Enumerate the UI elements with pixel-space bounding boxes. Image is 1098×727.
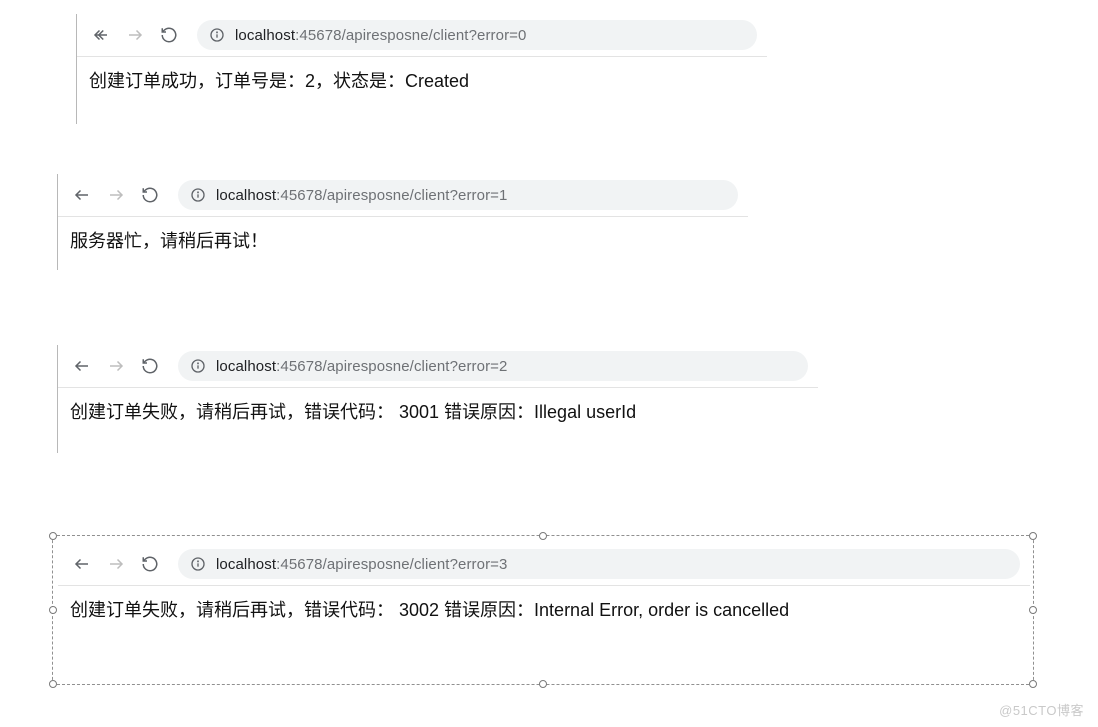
site-info-icon[interactable] bbox=[190, 358, 206, 374]
url-path: :45678/apiresposne/client?error=1 bbox=[276, 187, 507, 204]
site-info-icon[interactable] bbox=[190, 556, 206, 572]
reload-button[interactable] bbox=[136, 550, 164, 578]
browser-toolbar: localhost:45678/apiresposne/client?error… bbox=[58, 345, 818, 387]
resize-handle-icon[interactable] bbox=[49, 680, 57, 688]
url-text: localhost:45678/apiresposne/client?error… bbox=[216, 358, 507, 375]
watermark: @51CTO博客 bbox=[999, 700, 1084, 719]
reload-icon bbox=[160, 26, 178, 44]
url-text: localhost:45678/apiresposne/client?error… bbox=[235, 27, 526, 44]
url-text: localhost:45678/apiresposne/client?error… bbox=[216, 187, 507, 204]
response-body: 创建订单失败，请稍后再试，错误代码： 3002 错误原因：Internal Er… bbox=[58, 586, 1030, 643]
arrow-left-icon bbox=[73, 357, 91, 375]
browser-panel: localhost:45678/apiresposne/client?error… bbox=[58, 174, 748, 274]
back-button[interactable] bbox=[87, 21, 115, 49]
reload-button[interactable] bbox=[136, 181, 164, 209]
arrow-right-icon bbox=[107, 186, 125, 204]
resize-handle-icon[interactable] bbox=[1029, 606, 1037, 614]
arrow-left-icon bbox=[73, 186, 91, 204]
url-path: :45678/apiresposne/client?error=0 bbox=[295, 27, 526, 44]
browser-panel: localhost:45678/apiresposne/client?error… bbox=[58, 345, 818, 445]
browser-panel: localhost:45678/apiresposne/client?error… bbox=[77, 14, 767, 114]
forward-button[interactable] bbox=[102, 550, 130, 578]
reload-icon bbox=[141, 555, 159, 573]
url-host: localhost bbox=[216, 187, 276, 204]
back-button[interactable] bbox=[68, 352, 96, 380]
response-body: 服务器忙，请稍后再试！ bbox=[58, 217, 748, 274]
forward-button[interactable] bbox=[102, 352, 130, 380]
url-path: :45678/apiresposne/client?error=3 bbox=[276, 556, 507, 573]
address-bar[interactable]: localhost:45678/apiresposne/client?error… bbox=[197, 20, 757, 50]
url-host: localhost bbox=[216, 358, 276, 375]
browser-toolbar: localhost:45678/apiresposne/client?error… bbox=[77, 14, 767, 56]
back-button[interactable] bbox=[68, 550, 96, 578]
url-host: localhost bbox=[216, 556, 276, 573]
resize-handle-icon[interactable] bbox=[1029, 680, 1037, 688]
address-bar[interactable]: localhost:45678/apiresposne/client?error… bbox=[178, 180, 738, 210]
arrow-left-icon bbox=[92, 26, 110, 44]
resize-handle-icon[interactable] bbox=[49, 532, 57, 540]
address-bar[interactable]: localhost:45678/apiresposne/client?error… bbox=[178, 351, 808, 381]
response-body: 创建订单成功，订单号是：2，状态是：Created bbox=[77, 57, 767, 114]
reload-icon bbox=[141, 357, 159, 375]
site-info-icon[interactable] bbox=[190, 187, 206, 203]
browser-panel: localhost:45678/apiresposne/client?error… bbox=[58, 543, 1030, 643]
arrow-right-icon bbox=[126, 26, 144, 44]
forward-button[interactable] bbox=[102, 181, 130, 209]
panel-left-border bbox=[76, 14, 77, 124]
browser-toolbar: localhost:45678/apiresposne/client?error… bbox=[58, 543, 1030, 585]
url-path: :45678/apiresposne/client?error=2 bbox=[276, 358, 507, 375]
resize-handle-icon[interactable] bbox=[539, 680, 547, 688]
arrow-right-icon bbox=[107, 555, 125, 573]
back-button[interactable] bbox=[68, 181, 96, 209]
arrow-left-icon bbox=[73, 555, 91, 573]
arrow-right-icon bbox=[107, 357, 125, 375]
url-host: localhost bbox=[235, 27, 295, 44]
resize-handle-icon[interactable] bbox=[49, 606, 57, 614]
site-info-icon[interactable] bbox=[209, 27, 225, 43]
forward-button[interactable] bbox=[121, 21, 149, 49]
resize-handle-icon[interactable] bbox=[539, 532, 547, 540]
panel-left-border bbox=[57, 345, 58, 453]
panel-left-border bbox=[57, 174, 58, 270]
reload-button[interactable] bbox=[155, 21, 183, 49]
resize-handle-icon[interactable] bbox=[1029, 532, 1037, 540]
url-text: localhost:45678/apiresposne/client?error… bbox=[216, 556, 507, 573]
browser-toolbar: localhost:45678/apiresposne/client?error… bbox=[58, 174, 748, 216]
address-bar[interactable]: localhost:45678/apiresposne/client?error… bbox=[178, 549, 1020, 579]
reload-button[interactable] bbox=[136, 352, 164, 380]
reload-icon bbox=[141, 186, 159, 204]
response-body: 创建订单失败，请稍后再试，错误代码： 3001 错误原因：Illegal use… bbox=[58, 388, 818, 445]
